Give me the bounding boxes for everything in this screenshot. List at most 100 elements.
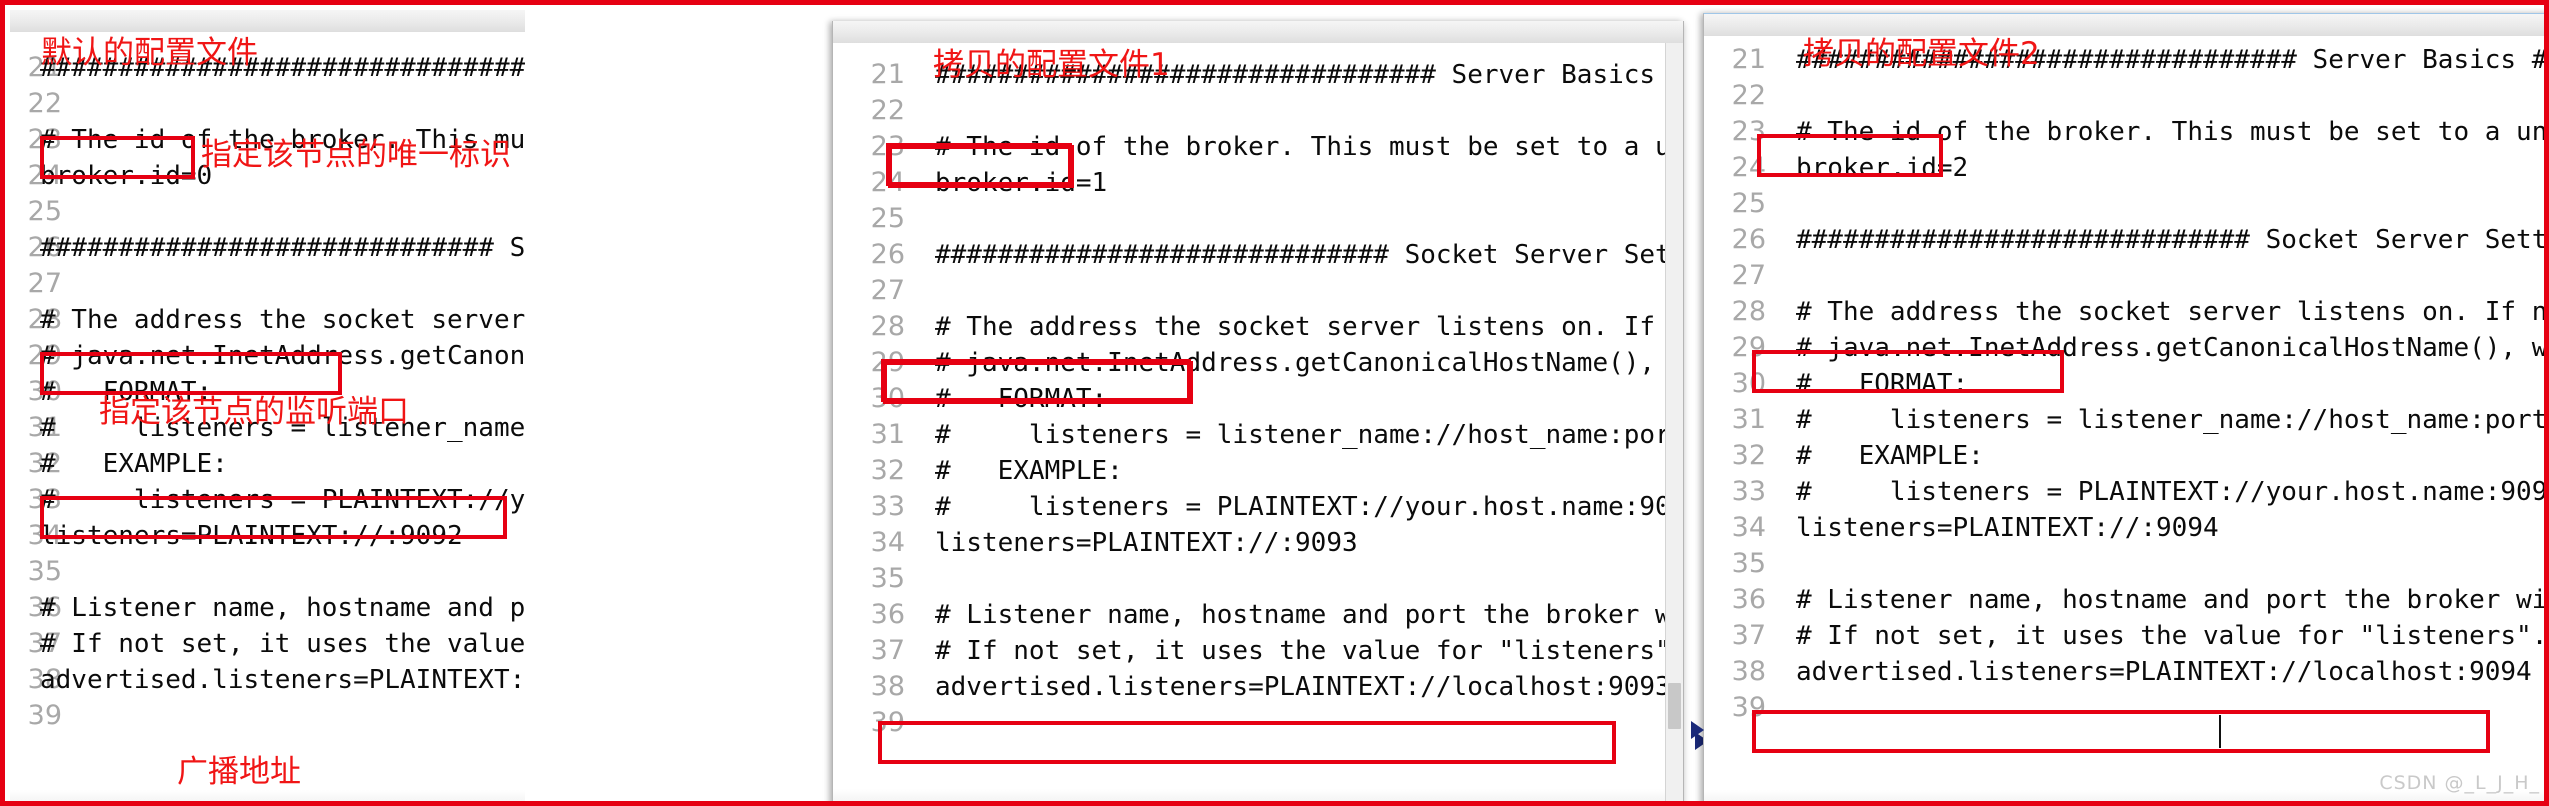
code-text[interactable]: ############################# Socket Ser… xyxy=(1796,222,2544,258)
line-number: 21 xyxy=(1731,44,1766,75)
code-line[interactable]: 37# If not set, it uses the value for "l… xyxy=(833,633,1665,669)
code-line[interactable]: 26############################# Socket S… xyxy=(833,237,1665,273)
code-line[interactable]: 37# If not set, it uses the value for "l… xyxy=(1704,618,2544,654)
window-titlebar[interactable] xyxy=(10,10,525,33)
code-text[interactable]: # If not set, it uses the value for "lis… xyxy=(935,633,1665,669)
code-text[interactable]: # If not set, it uses the value for "lis… xyxy=(40,626,525,662)
code-line[interactable]: 30 # FORMAT: xyxy=(833,381,1665,417)
code-text[interactable]: # java.net.InetAddress.getCanonicalHostN… xyxy=(40,338,525,374)
code-line[interactable]: 38advertised.listeners=PLAINTEXT://local… xyxy=(833,669,1665,705)
code-text[interactable]: # EXAMPLE: xyxy=(935,453,1123,489)
code-line[interactable]: 36# Listener name, hostname and port the… xyxy=(10,590,525,626)
code-line[interactable]: 39 xyxy=(1704,690,2544,726)
code-text[interactable]: broker.id=2 xyxy=(1796,150,1968,186)
code-line[interactable]: 28 # The address the socket server listen… xyxy=(833,309,1665,345)
code-text[interactable]: # EXAMPLE: xyxy=(40,446,228,482)
code-text[interactable]: # FORMAT: xyxy=(1796,366,1968,402)
code-line[interactable]: 28# The address the socket server listen… xyxy=(10,302,525,338)
code-line[interactable]: 38advertised.listeners=PLAINTEXT://local… xyxy=(1704,654,2544,690)
window-titlebar[interactable] xyxy=(1704,14,2544,37)
code-text[interactable]: # The id of the broker. This must be set… xyxy=(1796,114,2544,150)
code-line[interactable]: 33# listeners = PLAINTEXT://your.host.na… xyxy=(1704,474,2544,510)
vertical-scrollbar[interactable] xyxy=(1665,43,1683,801)
code-text[interactable]: # The address the socket server listens … xyxy=(935,309,1665,345)
code-line[interactable]: 36# Listener name, hostname and port the… xyxy=(1704,582,2544,618)
code-line[interactable]: 34 listeners=PLAINTEXT://:9092 xyxy=(10,518,525,554)
annotation-listen-port: 指定该节点的监听端口 xyxy=(99,394,409,430)
code-line[interactable]: 27 xyxy=(1704,258,2544,294)
code-text[interactable]: # EXAMPLE: xyxy=(1796,438,1984,474)
code-line[interactable]: 22 xyxy=(10,86,525,122)
editor-window-copied-config-2[interactable]: 21 ################################ Serve… xyxy=(1703,13,2544,801)
code-text[interactable]: broker.id=1 xyxy=(935,165,1107,201)
line-number: 28 xyxy=(870,311,905,342)
code-text[interactable]: # java.net.InetAddress.getCanonicalHostN… xyxy=(935,345,1665,381)
code-line[interactable]: 23 # The id of the broker. This must be s… xyxy=(1704,114,2544,150)
code-text[interactable]: # The address the socket server listens … xyxy=(40,302,525,338)
code-line[interactable]: 39 xyxy=(10,698,525,734)
code-line[interactable]: 25 xyxy=(10,194,525,230)
code-line[interactable]: 37# If not set, it uses the value for "l… xyxy=(10,626,525,662)
code-text[interactable]: broker.id=0 xyxy=(40,158,212,194)
code-line[interactable]: 25 xyxy=(833,201,1665,237)
code-line[interactable]: 29# java.net.InetAddress.getCanonicalHos… xyxy=(1704,330,2544,366)
code-text[interactable]: listeners=PLAINTEXT://:9093 xyxy=(935,525,1358,561)
code-line[interactable]: 32 # EXAMPLE: xyxy=(833,453,1665,489)
code-text[interactable]: # listeners = PLAINTEXT://your.host.name… xyxy=(40,482,525,518)
code-line[interactable]: 26############################# Socket S… xyxy=(1704,222,2544,258)
code-line[interactable]: 36# Listener name, hostname and port the… xyxy=(833,597,1665,633)
code-line[interactable]: 22 xyxy=(833,93,1665,129)
code-line[interactable]: 33# listeners = PLAINTEXT://your.host.na… xyxy=(10,482,525,518)
code-line[interactable]: 35 xyxy=(833,561,1665,597)
code-line[interactable]: 29# java.net.InetAddress.getCanonicalHos… xyxy=(833,345,1665,381)
code-text[interactable]: # Listener name, hostname and port the b… xyxy=(1796,582,2544,618)
code-line[interactable]: 25 xyxy=(1704,186,2544,222)
code-text[interactable]: # If not set, it uses the value for "lis… xyxy=(1796,618,2544,654)
code-line[interactable]: 27 xyxy=(833,273,1665,309)
code-line[interactable]: 22 xyxy=(1704,78,2544,114)
code-text[interactable]: # The id of the broker. This must be set… xyxy=(935,129,1665,165)
window-titlebar[interactable] xyxy=(833,21,1683,44)
code-text[interactable]: # java.net.InetAddress.getCanonicalHostN… xyxy=(1796,330,2544,366)
code-line[interactable]: 39 xyxy=(833,705,1665,741)
code-line[interactable]: 38advertised.listeners=PLAINTEXT://local… xyxy=(10,662,525,698)
code-line[interactable]: 24 broker.id=2 xyxy=(1704,150,2544,186)
code-text[interactable]: # listeners = PLAINTEXT://your.host.name… xyxy=(1796,474,2544,510)
code-line[interactable]: 32 # EXAMPLE: xyxy=(1704,438,2544,474)
code-text[interactable]: listeners=PLAINTEXT://:9092 xyxy=(40,518,463,554)
editor-text-area[interactable]: 21################################ Serve… xyxy=(1704,36,2544,801)
code-text[interactable]: ############################# Socket Ser… xyxy=(935,237,1665,273)
code-text[interactable]: # Listener name, hostname and port the b… xyxy=(40,590,525,626)
code-line[interactable]: 31 # listeners = listener_name://host_nam… xyxy=(1704,402,2544,438)
code-line[interactable]: 33# listeners = PLAINTEXT://your.host.na… xyxy=(833,489,1665,525)
code-line[interactable]: 31 # listeners = listener_name://host_nam… xyxy=(833,417,1665,453)
code-line[interactable]: 34 listeners=PLAINTEXT://:9094 xyxy=(1704,510,2544,546)
vertical-scrollbar-thumb[interactable] xyxy=(1668,683,1681,729)
code-line[interactable]: 34 listeners=PLAINTEXT://:9093 xyxy=(833,525,1665,561)
code-line[interactable]: 35 xyxy=(10,554,525,590)
code-line[interactable]: 26############################# Socket S… xyxy=(10,230,525,266)
code-line[interactable]: 30 # FORMAT: xyxy=(1704,366,2544,402)
code-text[interactable]: advertised.listeners=PLAINTEXT://localho… xyxy=(935,669,1665,705)
editor-window-copied-config-1[interactable]: 21 ################################ Serve… xyxy=(832,21,1684,801)
code-line[interactable]: 27 xyxy=(10,266,525,302)
line-number: 30 xyxy=(1731,368,1766,399)
code-line[interactable]: 32 # EXAMPLE: xyxy=(10,446,525,482)
code-line[interactable]: 35 xyxy=(1704,546,2544,582)
code-line[interactable]: 23 # The id of the broker. This must be s… xyxy=(833,129,1665,165)
code-line[interactable]: 28# The address the socket server listen… xyxy=(1704,294,2544,330)
editor-text-area[interactable]: 21################################ Serve… xyxy=(833,43,1665,801)
code-line[interactable]: 24 broker.id=1 xyxy=(833,165,1665,201)
code-text[interactable]: advertised.listeners=PLAINTEXT://localho… xyxy=(40,662,525,698)
code-text[interactable]: listeners=PLAINTEXT://:9094 xyxy=(1796,510,2219,546)
code-text[interactable]: # listeners = PLAINTEXT://your.host.name… xyxy=(935,489,1665,525)
code-text[interactable]: # Listener name, hostname and port the b… xyxy=(935,597,1665,633)
code-text[interactable]: # listeners = listener_name://host_name:… xyxy=(1796,402,2544,438)
code-line[interactable]: 29# java.net.InetAddress.getCanonicalHos… xyxy=(10,338,525,374)
code-text[interactable]: # listeners = listener_name://host_name:… xyxy=(935,417,1665,453)
line-number: 27 xyxy=(870,275,905,306)
code-text[interactable]: ############################# Socket Ser… xyxy=(40,230,525,266)
code-text[interactable]: # The address the socket server listens … xyxy=(1796,294,2544,330)
code-text[interactable]: # FORMAT: xyxy=(935,381,1107,417)
code-text[interactable]: advertised.listeners=PLAINTEXT://localho… xyxy=(1796,654,2532,690)
